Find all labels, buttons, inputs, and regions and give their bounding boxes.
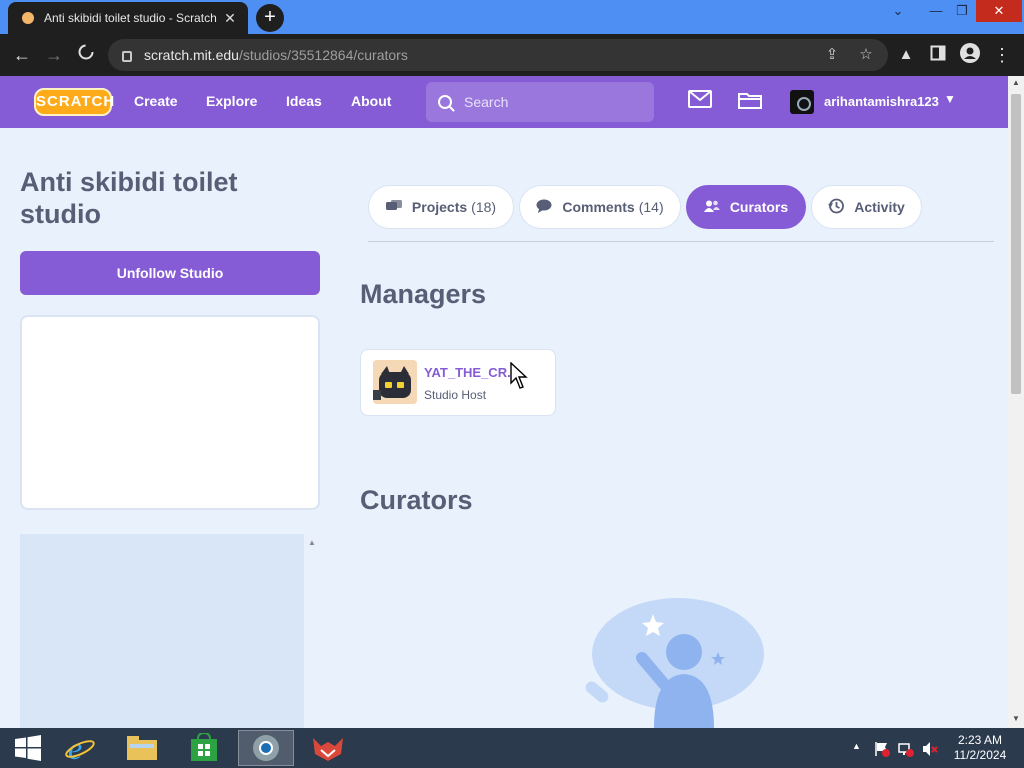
comments-icon — [536, 199, 552, 216]
tab-activity-label: Activity — [854, 199, 905, 215]
scratch-navbar: SCRATCH Create Explore Ideas About ariha… — [0, 76, 1008, 128]
scroll-up-icon[interactable]: ▲ — [1008, 78, 1024, 87]
projects-icon — [385, 199, 402, 215]
nav-ideas[interactable]: Ideas — [286, 93, 322, 109]
bookmark-star-icon[interactable]: ☆ — [854, 43, 878, 67]
scrollbar-thumb[interactable] — [1011, 94, 1021, 394]
tab-curators-label: Curators — [729, 199, 789, 215]
store-icon[interactable] — [176, 730, 232, 766]
tab-projects-count: (18) — [471, 199, 497, 215]
url-path: /studios/35512864/curators — [238, 47, 408, 63]
lock-icon — [122, 50, 132, 62]
chrome-taskbar-icon[interactable] — [238, 730, 294, 766]
tab-comments[interactable]: Comments (14) — [519, 185, 681, 229]
volume-muted-icon[interactable] — [922, 741, 938, 757]
search-icon — [438, 95, 452, 109]
chevron-down-icon[interactable]: ▼ — [944, 92, 956, 106]
browser-tab-strip: Anti skibidi toilet studio - Scratch ✕ +… — [0, 0, 1024, 34]
clock-time: 2:23 AM — [957, 733, 1003, 747]
tab-projects-label: Projects — [411, 199, 468, 215]
tab-activity[interactable]: Activity — [811, 185, 922, 229]
network-icon[interactable] — [898, 741, 914, 757]
extensions-icon[interactable]: ▲ — [894, 43, 918, 67]
profile-icon[interactable] — [958, 43, 982, 67]
restore-button[interactable]: ❐ — [950, 0, 974, 22]
scroll-up-icon[interactable]: ▲ — [308, 538, 316, 547]
description-scrollbar[interactable]: ▲ — [304, 534, 320, 728]
curators-icon — [703, 200, 720, 215]
search-box[interactable] — [426, 82, 654, 122]
internet-explorer-icon[interactable]: e — [52, 730, 108, 766]
back-icon[interactable]: ← — [10, 43, 34, 67]
nav-about[interactable]: About — [351, 93, 391, 109]
action-center-flag-icon[interactable] — [874, 741, 890, 757]
studio-title[interactable]: Anti skibidi toilet studio — [20, 166, 320, 230]
tab-comments-count: (14) — [638, 199, 664, 215]
username[interactable]: arihantamishra123 — [824, 94, 939, 109]
address-bar[interactable]: scratch.mit.edu/studios/35512864/curator… — [108, 39, 888, 71]
side-panel-icon[interactable] — [926, 43, 950, 67]
tab-search-icon[interactable]: ⌄ — [886, 0, 910, 22]
scroll-down-icon[interactable]: ▼ — [1008, 714, 1024, 723]
user-avatar[interactable] — [790, 90, 814, 114]
manager-role: Studio Host — [424, 388, 487, 402]
studio-thumbnail — [20, 315, 320, 510]
browser-toolbar: ← → scratch.mit.edu/studios/35512864/cur… — [0, 34, 1024, 76]
forward-icon[interactable]: → — [42, 43, 66, 67]
app-fox-icon[interactable] — [300, 730, 356, 766]
studio-description[interactable] — [20, 534, 304, 728]
nav-explore[interactable]: Explore — [206, 93, 257, 109]
tab-title: Anti skibidi toilet studio - Scratch — [44, 11, 217, 25]
file-explorer-icon[interactable] — [114, 730, 170, 766]
mouse-cursor-icon — [510, 362, 528, 389]
new-tab-button[interactable]: + — [256, 4, 284, 32]
browser-tab[interactable]: Anti skibidi toilet studio - Scratch ✕ — [8, 2, 248, 34]
minimize-button[interactable]: — — [924, 0, 948, 22]
managers-heading: Managers — [360, 279, 487, 309]
activity-history-icon — [828, 198, 845, 217]
taskbar-clock[interactable]: 2:23 AM 11/2/2024 — [950, 733, 1010, 763]
windows-logo-icon — [15, 735, 41, 761]
close-window-button[interactable]: ✕ — [976, 0, 1022, 22]
scratch-favicon-icon — [22, 12, 34, 24]
stop-loading-icon[interactable] — [74, 43, 98, 67]
windows-taskbar: e ▲ 2:23 AM 11/2/2024 — [0, 728, 1024, 768]
empty-curators-illustration-icon — [585, 598, 764, 728]
my-stuff-folder-icon[interactable] — [738, 90, 762, 112]
manager-avatar[interactable] — [373, 360, 417, 404]
curators-heading: Curators — [360, 485, 473, 515]
share-icon[interactable]: ⇪ — [820, 43, 844, 67]
clock-date: 11/2/2024 — [953, 748, 1007, 762]
tab-projects[interactable]: Projects (18) — [368, 185, 514, 229]
tabs-divider — [368, 241, 994, 242]
tray-overflow-icon[interactable]: ▲ — [852, 741, 861, 751]
nav-create[interactable]: Create — [134, 93, 178, 109]
search-input[interactable] — [464, 94, 634, 110]
tab-curators[interactable]: Curators — [686, 185, 806, 229]
scratch-logo[interactable]: SCRATCH — [34, 88, 114, 116]
url-host: scratch.mit.edu — [144, 47, 239, 63]
unfollow-studio-button[interactable]: Unfollow Studio — [20, 251, 320, 295]
messages-icon[interactable] — [688, 90, 712, 112]
start-button[interactable] — [0, 730, 56, 766]
tab-close-icon[interactable]: ✕ — [222, 10, 238, 27]
tab-comments-label: Comments — [562, 199, 635, 215]
menu-kebab-icon[interactable]: ⋮ — [990, 43, 1014, 67]
page-scrollbar[interactable]: ▲ ▼ — [1008, 76, 1024, 728]
